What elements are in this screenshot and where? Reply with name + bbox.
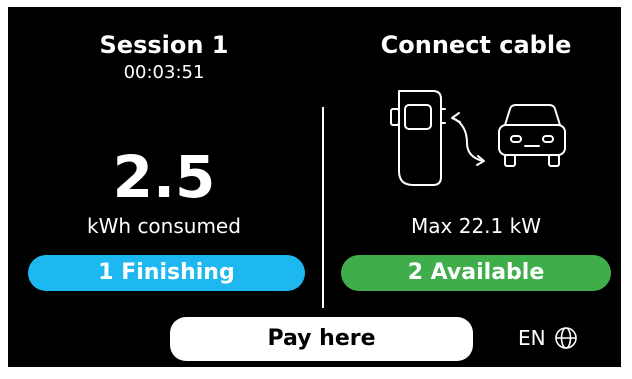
session-elapsed-time: 00:03:51: [123, 62, 205, 83]
session-title: Session 1: [99, 31, 229, 59]
divider: [322, 107, 324, 308]
language-selector[interactable]: EN: [518, 325, 578, 351]
status-finishing[interactable]: 1 Finishing: [28, 255, 305, 291]
pay-here-button[interactable]: Pay here: [170, 317, 473, 361]
language-code: EN: [518, 326, 546, 350]
energy-value: 2.5: [112, 143, 216, 211]
max-power: Max 22.1 kW: [411, 214, 541, 238]
energy-label: kWh consumed: [87, 214, 241, 238]
connect-cable-title: Connect cable: [380, 31, 572, 59]
status-available[interactable]: 2 Available: [341, 255, 611, 291]
charger-screen: Session 1 00:03:51 2.5 kWh consumed 1 Fi…: [8, 7, 621, 367]
charger-car-icon: [390, 90, 566, 186]
globe-icon: [554, 327, 577, 349]
